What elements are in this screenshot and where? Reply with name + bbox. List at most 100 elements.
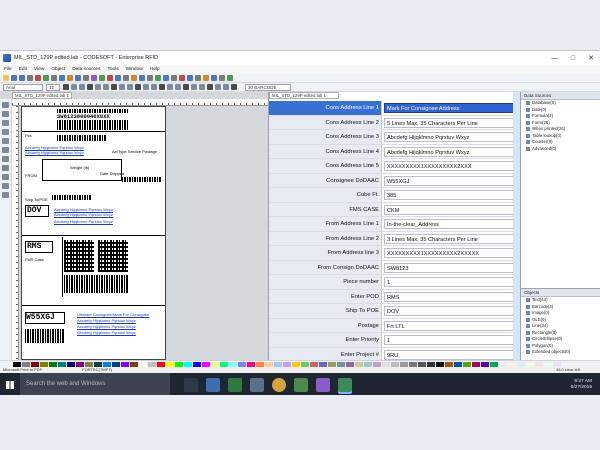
- format-button-icon[interactable]: [119, 84, 125, 90]
- toolbar-button-icon[interactable]: [211, 75, 217, 81]
- toolbar-button-icon[interactable]: [171, 75, 177, 81]
- format-button-icon[interactable]: [175, 84, 181, 90]
- maximize-button[interactable]: □: [564, 51, 582, 65]
- format-button-icon[interactable]: [103, 84, 109, 90]
- format-button-icon[interactable]: [87, 84, 93, 90]
- property-value-input[interactable]: 5 Lines Max, 35 Characters Per Line: [384, 117, 520, 128]
- format-button-icon[interactable]: [135, 84, 141, 90]
- property-row[interactable]: Enter POD RMS: [269, 289, 521, 304]
- toolbar-button-icon[interactable]: [35, 75, 41, 81]
- property-row[interactable]: Enter Priority 1: [269, 333, 521, 348]
- format-button-icon[interactable]: [127, 84, 133, 90]
- text-tool-icon[interactable]: [2, 111, 9, 117]
- system-clock[interactable]: 8:27 AM 6/27/2015: [571, 379, 600, 391]
- toolbar-button-icon[interactable]: [67, 75, 73, 81]
- file-explorer-icon[interactable]: [206, 377, 220, 392]
- property-row[interactable]: Cons Address Line 4 Abcdefg Hijqklmno Pqr…: [269, 144, 521, 159]
- toolbar-button-icon[interactable]: [131, 75, 137, 81]
- image-tool-icon[interactable]: [2, 129, 9, 135]
- from-field-2[interactable]: Abcdefg Hijqklmno Pqrstuv Wxyz: [25, 150, 84, 155]
- consignee-line-3[interactable]: Abcdefg Hijqklmno Pqrstuv Wxyz: [77, 330, 136, 335]
- codesoft-task-icon[interactable]: [228, 377, 242, 392]
- date-barcode[interactable]: [122, 177, 162, 182]
- datamatrix-2[interactable]: [98, 240, 128, 272]
- toolbar-button-icon[interactable]: [43, 75, 49, 81]
- app-task-icon[interactable]: [294, 377, 308, 392]
- property-value-input[interactable]: XXXXXXXXX1XXXXXXXXX2XXX: [384, 161, 520, 171]
- consignee-barcode[interactable]: [25, 329, 65, 343]
- property-row[interactable]: FMS CASE CKM: [269, 202, 521, 217]
- property-value-input[interactable]: 1: [384, 335, 520, 345]
- label-canvas[interactable]: SW8123800040X0XX Pcs Abcdefg Hijqklmno P…: [21, 106, 166, 360]
- font-size-combo[interactable]: 12: [46, 83, 60, 91]
- toolbar-button-icon[interactable]: [27, 75, 33, 81]
- toolbar-button-icon[interactable]: [51, 75, 57, 81]
- poe-text[interactable]: DOV: [27, 206, 41, 215]
- toolbar-button-icon[interactable]: [75, 75, 81, 81]
- chrome-icon[interactable]: [272, 377, 286, 392]
- property-row[interactable]: Cons Address Line 25 Lines Max, 35 Chara…: [269, 115, 521, 130]
- toolbar-button-icon[interactable]: [99, 75, 105, 81]
- toolbar-button-icon[interactable]: [91, 75, 97, 81]
- top-code-text[interactable]: SW8123800040X0XX: [57, 113, 110, 120]
- shipto-line-3[interactable]: Abcdefg Hijqklmno Pqrstuv Wxyz: [54, 219, 113, 224]
- format-button-icon[interactable]: [231, 84, 237, 90]
- property-row[interactable]: Cons Address Line 5 XXXXXXXXX1XXXXXXXXX2X…: [269, 159, 521, 174]
- minimize-button[interactable]: —: [546, 51, 564, 65]
- ultimate-consignee[interactable]: Ultimate Consignee/Mark For Consignee: [77, 312, 149, 317]
- toolbar-button-icon[interactable]: [203, 75, 209, 81]
- datamatrix-1[interactable]: [64, 240, 94, 272]
- format-button-icon[interactable]: [223, 84, 229, 90]
- toolbar-button-icon[interactable]: [139, 75, 145, 81]
- pod-text[interactable]: RMS: [27, 242, 41, 251]
- menu-file[interactable]: File: [4, 67, 12, 72]
- format-button-icon[interactable]: [71, 84, 77, 90]
- property-value-input[interactable]: Abcdefg Hijqklmno Pqrstuv Wxyz: [384, 132, 520, 142]
- format-button-icon[interactable]: [111, 84, 117, 90]
- format-button-icon[interactable]: [199, 84, 205, 90]
- pcs-barcode[interactable]: [57, 135, 107, 141]
- format-button-icon[interactable]: [143, 84, 149, 90]
- task-view-icon[interactable]: [184, 377, 198, 392]
- polygon-tool-icon[interactable]: [2, 165, 9, 171]
- format-button-icon[interactable]: [191, 84, 197, 90]
- properties-tab[interactable]: MIL_STD_129P edited.lab 1: [269, 92, 339, 99]
- property-value-input[interactable]: 3 Lines Max, 35 Characters Per Line: [384, 233, 520, 244]
- zoom-tool-icon[interactable]: [2, 192, 9, 198]
- toolbar-button-icon[interactable]: [195, 75, 201, 81]
- document-tab[interactable]: MIL_STD_129P edited.lab 1: [12, 92, 72, 99]
- property-row[interactable]: From Address Line 23 Lines Max, 35 Chara…: [269, 231, 521, 246]
- consignee-line-2[interactable]: Abcdefg Hijqklmno Pqrstuv Wxyz: [77, 324, 136, 329]
- data-source-item[interactable]: Advanced(0): [521, 146, 600, 153]
- property-row[interactable]: From Consign DoDAAC SW8123: [269, 260, 521, 275]
- property-row[interactable]: From Address line 3 XXXXXXXXX1XXXXXXXXX2X…: [269, 246, 521, 261]
- format-button-icon[interactable]: [183, 84, 189, 90]
- property-value-input[interactable]: 1: [384, 277, 520, 287]
- active-task-icon[interactable]: [338, 377, 352, 392]
- property-row[interactable]: Ship To POE DOV: [269, 304, 521, 319]
- consignee-line-1[interactable]: Abcdefg Hijqklmno Pqrstuv Wxyz: [77, 318, 136, 323]
- menu-tools[interactable]: Tools: [107, 67, 118, 72]
- toolbar-button-icon[interactable]: [163, 75, 169, 81]
- property-value-input[interactable]: Abcdefg Hijqklmno Pqrstuv Wxyz: [384, 146, 520, 157]
- toolbar-button-icon[interactable]: [11, 75, 17, 81]
- property-row[interactable]: From Address Line 1 In-the-clear_Address: [269, 217, 521, 232]
- property-row[interactable]: Postage Frt LTL: [269, 318, 521, 333]
- toolbar-button-icon[interactable]: [3, 75, 9, 81]
- object-item[interactable]: Extended objects(0): [521, 349, 600, 356]
- taskbar-search[interactable]: Search the web and Windows: [20, 373, 170, 395]
- format-button-icon[interactable]: [215, 84, 221, 90]
- toolbar-button-icon[interactable]: [107, 75, 113, 81]
- format-button-icon[interactable]: [63, 84, 69, 90]
- object-combo[interactable]: 30 BARCODE: [245, 83, 291, 91]
- property-value-input[interactable]: DOV: [384, 306, 520, 316]
- format-button-icon[interactable]: [79, 84, 85, 90]
- property-value-input[interactable]: CKM: [384, 204, 520, 215]
- pdf417-barcode[interactable]: [64, 275, 128, 293]
- ellipse-tool-icon[interactable]: [2, 156, 9, 162]
- shipto-barcode[interactable]: [52, 195, 92, 200]
- property-value-input[interactable]: 385: [384, 190, 520, 200]
- consignee-text[interactable]: W55XGJ: [26, 313, 55, 322]
- property-row[interactable]: Consignee DoDAAC W55XGJ: [269, 173, 521, 188]
- property-value-input[interactable]: SW8123: [384, 262, 520, 273]
